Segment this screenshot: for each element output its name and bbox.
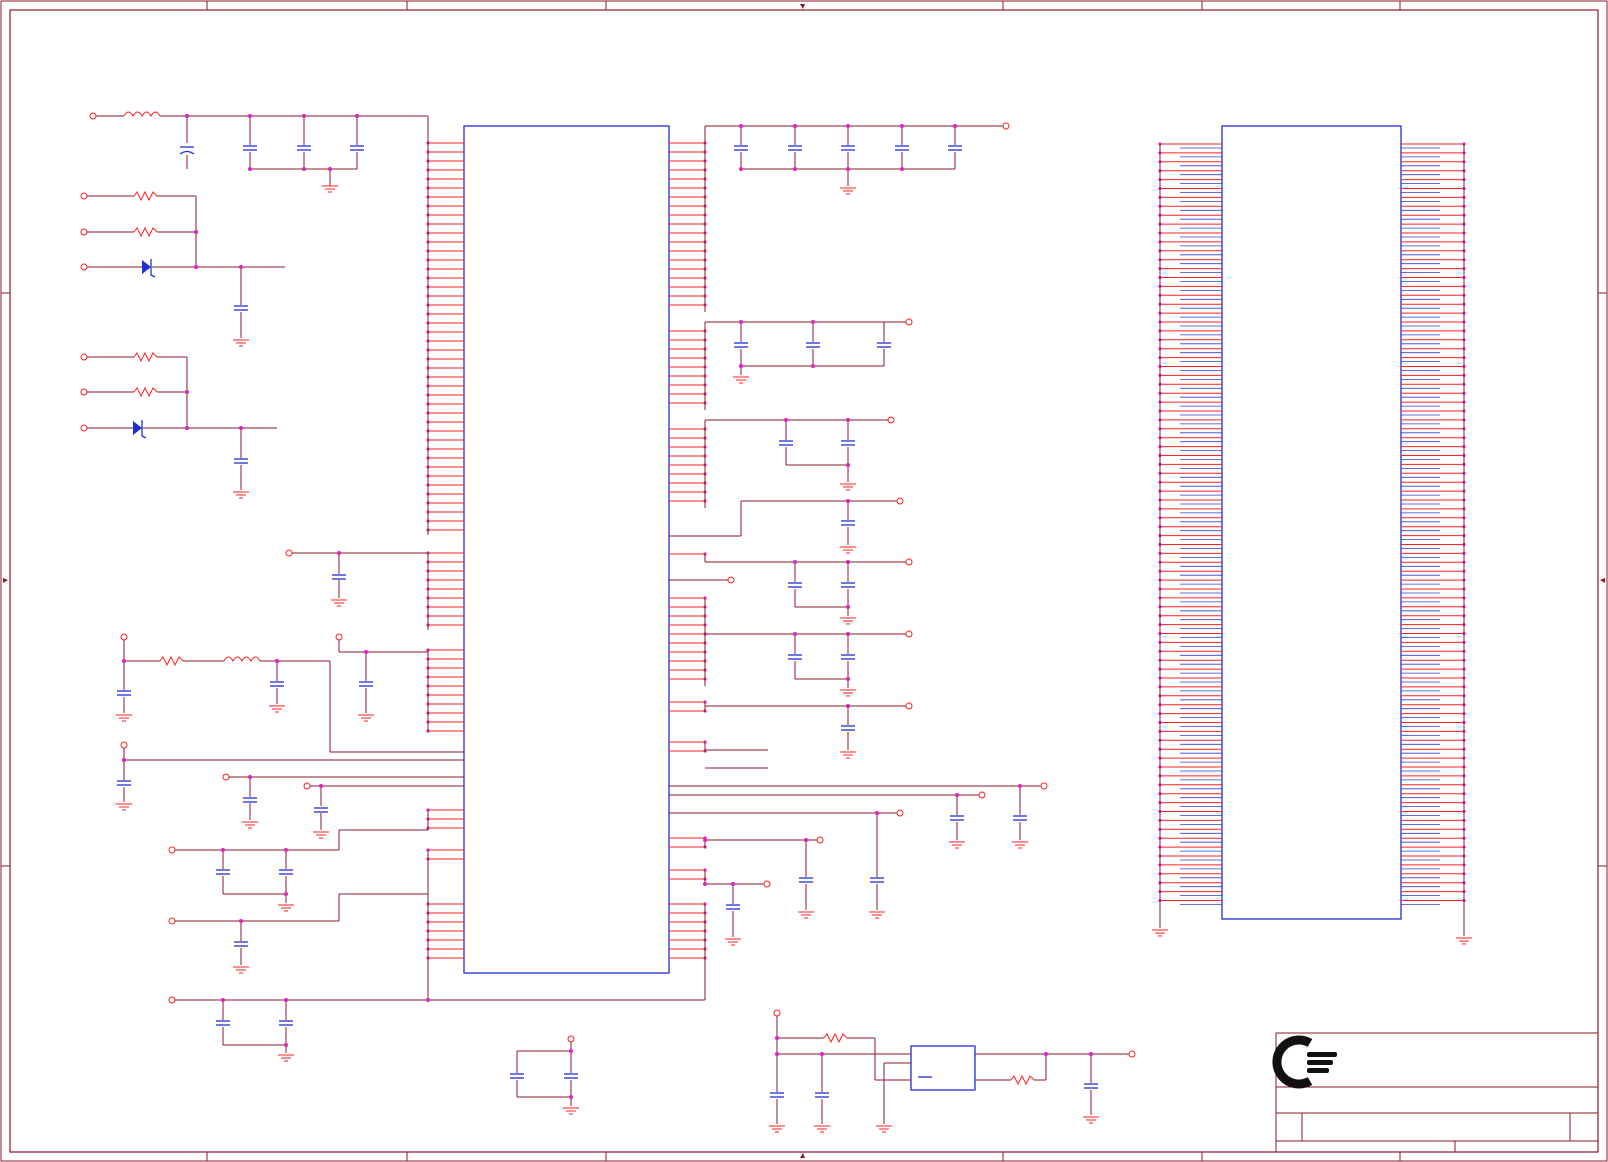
u1-right-pins — [669, 141, 707, 960]
lower-left-caps — [215, 869, 295, 1062]
junction-dots — [122, 114, 1093, 1099]
connector-j1 — [1221, 125, 1402, 920]
right-lower-nets — [669, 782, 1048, 937]
title-block — [1275, 1032, 1599, 1153]
reset-network-2 — [80, 351, 277, 490]
input-filter-network — [89, 111, 428, 186]
left-decoupling-caps — [115, 574, 375, 839]
bottom-cap-pair-symbols — [509, 1073, 580, 1115]
bottom-cap-pair — [516, 1035, 575, 1106]
diode-2 — [133, 420, 250, 499]
zone-ticks — [1, 1, 1607, 1161]
right-mid-caps — [732, 342, 892, 759]
connector-j1-pins — [1158, 142, 1466, 905]
center-arrows — [3, 4, 1605, 1158]
regulator-circuit — [773, 1009, 1136, 1124]
reset-network-1 — [80, 190, 285, 338]
schematic-sheet — [0, 0, 1608, 1162]
right-top-decoupling — [705, 122, 1010, 186]
lower-left-networks — [168, 829, 705, 1053]
main-ic-u1 — [463, 125, 670, 974]
company-logo — [1272, 1035, 1337, 1089]
regulator-caps — [768, 1083, 1100, 1133]
diode-1 — [142, 259, 250, 347]
sheet-border — [0, 0, 1608, 1162]
u1-left-pins — [426, 141, 464, 960]
left-decoupling — [120, 549, 464, 830]
